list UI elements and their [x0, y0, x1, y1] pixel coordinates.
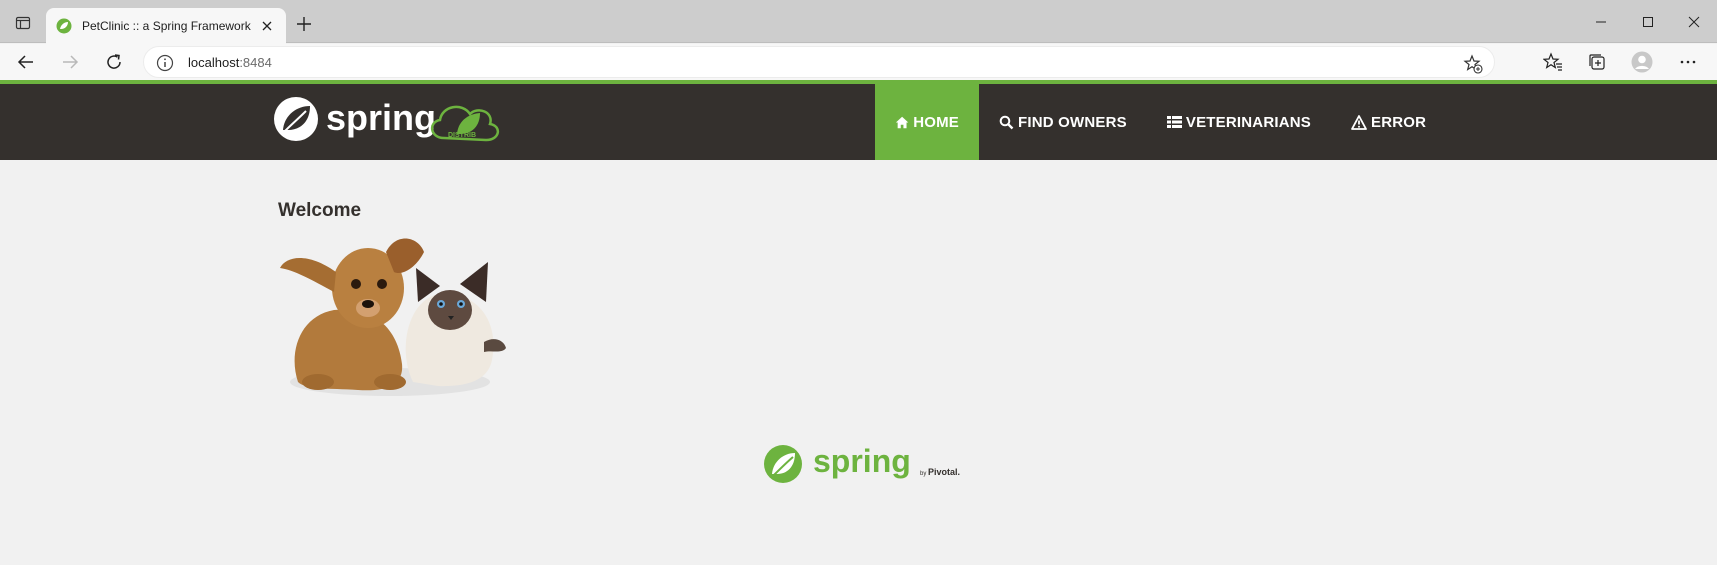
forward-arrow-icon[interactable]: [58, 50, 82, 74]
site-header: spring DISTRIB HOME FIND OWNERS VETERINA…: [0, 80, 1717, 160]
back-arrow-icon[interactable]: [14, 50, 38, 74]
address-bar[interactable]: localhost:8484: [143, 46, 1495, 78]
nav-error-label: ERROR: [1371, 113, 1427, 131]
nav-veterinarians[interactable]: VETERINARIANS: [1147, 84, 1331, 160]
browser-tab[interactable]: PetClinic :: a Spring Framework demonstr…: [46, 8, 286, 44]
maximize-icon[interactable]: [1636, 10, 1660, 34]
tab-title: PetClinic :: a Spring Framework demonstr…: [82, 19, 254, 33]
favorites-icon[interactable]: [1541, 50, 1565, 74]
home-icon: [895, 116, 909, 128]
footer-by-text: by: [920, 471, 926, 477]
spring-logo[interactable]: spring DISTRIB: [272, 94, 504, 146]
search-icon: [999, 115, 1014, 129]
address-url: localhost:8484: [188, 55, 272, 70]
nav-find-owners[interactable]: FIND OWNERS: [979, 84, 1147, 160]
nav-error[interactable]: ERROR: [1331, 84, 1446, 160]
page-title: Welcome: [278, 200, 362, 221]
main-nav: HOME FIND OWNERS VETERINARIANS ERROR: [875, 84, 1446, 160]
minimize-icon[interactable]: [1589, 10, 1613, 34]
more-options-icon[interactable]: [1676, 50, 1700, 74]
browser-toolbar: localhost:8484: [0, 44, 1717, 80]
refresh-icon[interactable]: [102, 50, 126, 74]
logo-badge-text: DISTRIB: [448, 132, 476, 139]
browser-tab-strip: PetClinic :: a Spring Framework demonstr…: [0, 0, 1717, 44]
logo-text: spring: [326, 97, 436, 138]
list-icon: [1166, 116, 1182, 128]
new-tab-icon[interactable]: [293, 13, 315, 35]
footer-spring-text: spring: [813, 443, 911, 479]
profile-avatar-icon[interactable]: [1630, 50, 1654, 74]
spring-favicon-icon: [56, 18, 72, 34]
nav-home-label: HOME: [913, 113, 959, 131]
tab-actions-icon[interactable]: [12, 12, 34, 34]
nav-veterinarians-label: VETERINARIANS: [1185, 113, 1311, 131]
add-favorite-icon[interactable]: [1462, 53, 1484, 75]
close-window-icon[interactable]: [1682, 10, 1706, 34]
warning-icon: [1351, 114, 1367, 130]
footer-pivotal-text: Pivotal.: [928, 467, 960, 477]
nav-find-owners-label: FIND OWNERS: [1018, 113, 1127, 131]
close-tab-icon[interactable]: [258, 17, 276, 35]
nav-home[interactable]: HOME: [875, 84, 979, 160]
site-info-icon[interactable]: [156, 54, 174, 72]
pets-image: [280, 238, 506, 396]
collections-icon[interactable]: [1585, 50, 1609, 74]
footer-spring-pivotal-logo: spring by Pivotal.: [764, 443, 960, 483]
